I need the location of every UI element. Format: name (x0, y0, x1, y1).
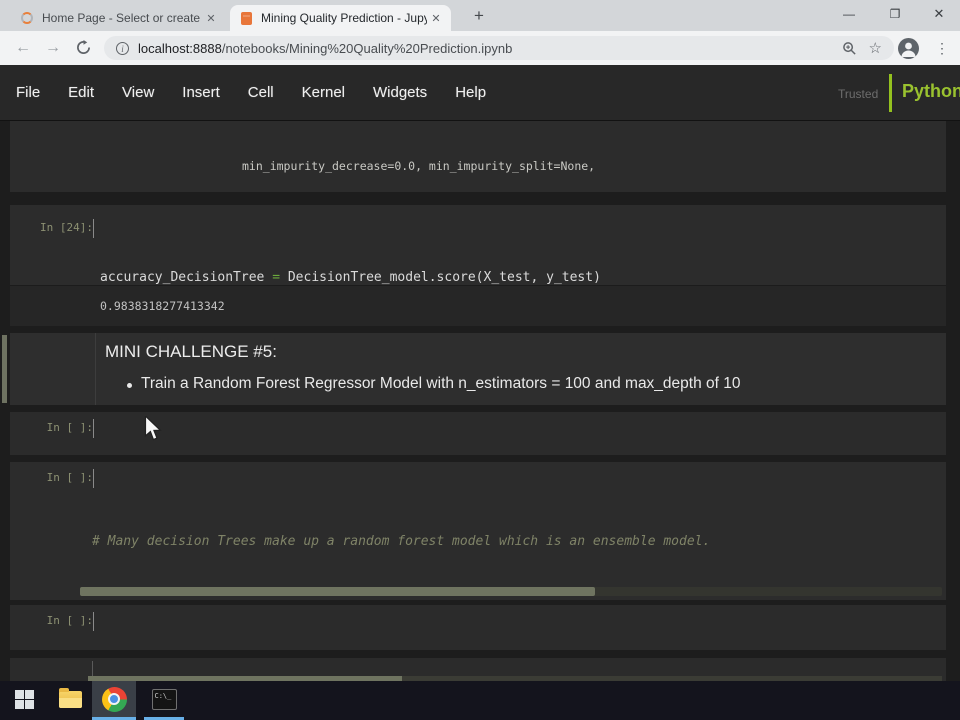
operator: = (272, 270, 281, 285)
tab-close-icon[interactable]: ✕ (202, 12, 220, 25)
tab-mining-notebook[interactable]: Mining Quality Prediction - Jupy ✕ (230, 5, 451, 31)
notebook-file-icon (241, 11, 252, 25)
tab-home-page[interactable]: Home Page - Select or create a n ✕ (10, 5, 226, 31)
challenge-heading: MINI CHALLENGE #5: (105, 342, 277, 361)
jupyter-menubar: File Edit View Insert Cell Kernel Widget… (0, 65, 960, 121)
terminal-taskbar-button[interactable]: C:\_ (144, 681, 184, 717)
notebook-area: min_impurity_decrease=0.0, min_impurity_… (0, 121, 960, 700)
chrome-taskbar-button[interactable] (92, 681, 136, 717)
profile-avatar-icon[interactable] (898, 38, 919, 59)
horizontal-scrollbar[interactable] (80, 587, 942, 596)
terminal-icon: C:\_ (151, 688, 177, 710)
menu-file[interactable]: File (16, 84, 40, 101)
kernel-indicator-bar (889, 74, 892, 112)
page-info-icon[interactable]: i (116, 41, 129, 55)
bullet-marker (127, 383, 132, 388)
input-prompt: In [ ]: (46, 421, 93, 434)
partial-cell-bottom[interactable] (10, 658, 946, 681)
trusted-badge: Trusted (838, 87, 879, 101)
scrollbar-thumb[interactable] (80, 587, 595, 596)
challenge-bullet-text: Train a Random Forest Regressor Model wi… (141, 375, 741, 392)
window-minimize-button[interactable]: — (832, 0, 866, 28)
back-button[interactable]: ← (12, 38, 34, 58)
menu-view[interactable]: View (122, 84, 154, 101)
code-cell-24[interactable]: In [24]: accuracy_DecisionTree = Decisio… (10, 205, 946, 360)
desktop-screen: Home Page - Select or create a n ✕ Minin… (0, 0, 960, 720)
cell-24-output: 0.9838318277413342 (10, 285, 946, 326)
mouse-cursor (144, 416, 162, 441)
browser-tab-strip: Home Page - Select or create a n ✕ Minin… (0, 0, 960, 31)
refresh-button[interactable] (72, 40, 94, 60)
input-prompt: In [ ]: (46, 471, 93, 484)
menu-insert[interactable]: Insert (182, 84, 220, 101)
url-path: /notebooks/Mining%20Quality%20Prediction… (221, 40, 513, 56)
menu-help[interactable]: Help (455, 84, 486, 101)
markdown-cell[interactable]: MINI CHALLENGE #5: Train a Random Forest… (10, 333, 946, 405)
person-icon (901, 42, 916, 57)
cell-divider (93, 419, 94, 438)
url-text[interactable]: localhost:8888/notebooks/Mining%20Qualit… (138, 41, 842, 56)
code-editor[interactable]: accuracy_DecisionTree = DecisionTree_mod… (94, 205, 601, 360)
bookmark-star-icon[interactable]: ☆ (869, 39, 882, 57)
folder-icon (58, 687, 82, 708)
cell-divider (92, 661, 93, 677)
start-button[interactable] (6, 681, 42, 717)
chrome-icon (101, 686, 127, 712)
new-tab-button[interactable]: + (466, 4, 492, 28)
menu-edit[interactable]: Edit (68, 84, 94, 101)
output-line: min_impurity_decrease=0.0, min_impurity_… (242, 159, 596, 173)
kernel-name: Python (902, 81, 960, 101)
refresh-icon (76, 40, 90, 54)
file-explorer-button[interactable] (52, 681, 88, 717)
selected-cell-indicator (2, 335, 7, 403)
browser-toolbar: ← → i localhost:8888/notebooks/Mining%20… (0, 31, 960, 65)
window-close-button[interactable]: ✕ (922, 0, 956, 28)
forward-button[interactable]: → (42, 38, 64, 58)
input-prompt: In [24]: (40, 221, 93, 234)
cell-divider (93, 612, 94, 631)
previous-cell-output: min_impurity_decrease=0.0, min_impurity_… (10, 121, 946, 326)
menu-widgets[interactable]: Widgets (373, 84, 427, 101)
empty-code-cell-2[interactable]: In [ ]: (10, 605, 946, 650)
windows-logo-icon (14, 689, 34, 709)
address-bar[interactable]: i localhost:8888/notebooks/Mining%20Qual… (104, 36, 894, 60)
comment-line: # Many decision Trees make up a random f… (92, 533, 711, 549)
menu-cell[interactable]: Cell (248, 84, 274, 101)
menu-kernel[interactable]: Kernel (302, 84, 345, 101)
input-prompt: In [ ]: (46, 614, 93, 627)
menu-items: File Edit View Insert Cell Kernel Widget… (0, 65, 960, 120)
window-maximize-button[interactable]: ❐ (878, 0, 912, 28)
tab-title: Home Page - Select or create a n (42, 11, 202, 25)
code-text: accuracy_DecisionTree (100, 270, 273, 285)
code-text: DecisionTree_model.score(X_test, y_test) (280, 270, 601, 285)
jupyter-logo-icon (21, 12, 33, 24)
windows-taskbar: C:\_ (0, 681, 960, 720)
tab-title: Mining Quality Prediction - Jupy (261, 11, 427, 25)
comments-code-cell[interactable]: In [ ]: # Many decision Trees make up a … (10, 462, 946, 700)
tab-close-icon[interactable]: ✕ (427, 12, 445, 25)
zoom-icon[interactable] (842, 41, 857, 56)
url-host: localhost:8888 (138, 40, 222, 56)
cell-divider (95, 333, 96, 405)
browser-menu-icon[interactable]: ⋮ (932, 38, 952, 58)
